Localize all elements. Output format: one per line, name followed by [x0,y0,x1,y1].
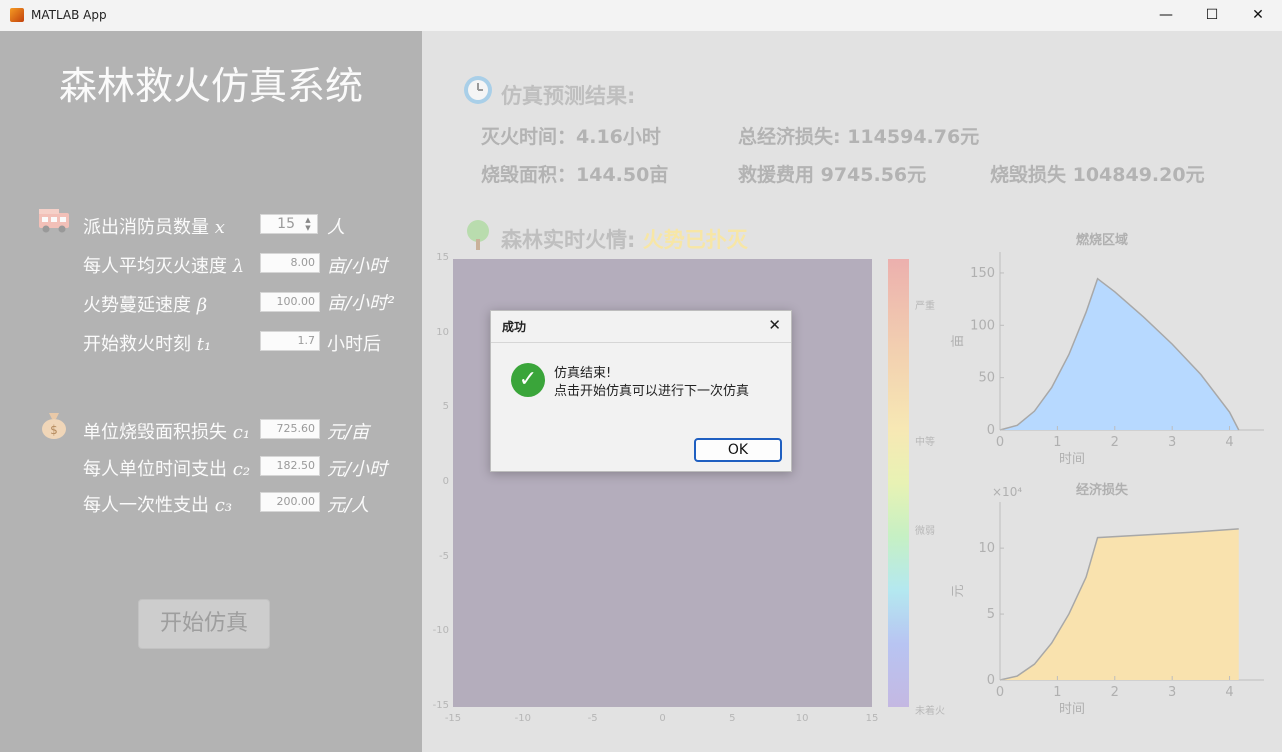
svg-text:$: $ [50,423,58,437]
colorbar-label-medium: 中等 [915,437,935,448]
loss-chart-x-tick-label: 2 [1111,685,1119,700]
loss-chart-x-tick-label: 3 [1168,685,1176,700]
ok-button[interactable]: OK [694,438,782,462]
burn-chart-xlabel: 时间 [1059,452,1085,467]
one-time-cost-unit: 元/人 [327,495,370,516]
loss-chart-ylabel: 元 [951,584,966,597]
dialog-message-line2: 点击开始仿真可以进行下一次仿真 [554,384,750,399]
burn-chart-x-tick-label: 3 [1168,435,1176,450]
success-dialog: 成功 ✕ ✓ 仿真结束! 点击开始仿真可以进行下一次仿真 OK [490,310,792,472]
window-title: MATLAB App [31,8,107,22]
heatmap-y-tick: 0 [442,476,449,487]
heatmap-y-tick: 10 [436,326,449,338]
burn-chart-x-tick-label: 4 [1225,435,1233,450]
one-time-cost-field[interactable]: 200.00 [260,492,320,512]
start-simulation-button[interactable]: 开始仿真 [138,599,270,649]
economic-loss-chart: 0 1 2 3 4 0 5 10 经济损失时间 元 ×10⁴ [951,482,1264,717]
rescue-cost-result: 救援费用 9745.56元 [738,164,927,186]
heatmap-x-tick: 10 [795,713,809,724]
firefighter-count-spinner[interactable]: 15 ▲ ▼ [260,214,318,234]
firefighter-count-label: 派出消防员数量 x [83,217,225,238]
area-loss-label: 单位烧毁面积损失 c₁ [83,422,251,443]
heatmap-y-tick: -15 [432,700,449,711]
clock-icon [464,76,492,104]
extinguish-time-result: 灭火时间：4.16小时 [481,126,661,148]
heatmap-y-tick: 5 [442,401,449,413]
burned-area-result: 烧毁面积：144.50亩 [481,164,669,186]
heatmap-x-tick: -10 [514,713,531,724]
burning-area-chart: 0 1 2 3 4 0 50 100 150 燃烧区域时间 亩 [950,232,1264,467]
fire-truck-icon [39,209,69,233]
spread-speed-label: 火势蔓延速度 β [83,295,208,316]
firefighter-count-value: 15 [277,216,295,232]
one-time-cost-label: 每人一次性支出 c₃ [83,495,233,516]
colorbar-label-severe: 严重 [915,301,935,312]
results-title: 仿真预测结果: [501,84,636,108]
burn-chart-ylabel: 亩 [950,334,966,347]
loss-chart-y-tick-label: 10 [978,541,995,556]
maximize-button[interactable]: ☐ [1189,0,1235,31]
burn-chart-x-tick-label: 1 [1053,435,1061,450]
start-time-unit: 小时后 [327,334,381,355]
total-loss-result: 总经济损失: 114594.76元 [738,126,980,148]
heatmap-y-tick: -10 [432,625,449,637]
extinguish-speed-field[interactable]: 8.00 [260,253,320,273]
loss-chart-y-tick-label: 5 [987,607,995,622]
heatmap-x-tick: 0 [659,713,666,724]
spinner-arrows-icon[interactable]: ▲ ▼ [300,216,316,232]
loss-chart-x-tick-label: 1 [1053,685,1061,700]
loss-chart-x-tick-label: 4 [1225,685,1233,700]
loss-chart-multiplier: ×10⁴ [992,485,1022,499]
time-cost-field[interactable]: 182.50 [260,456,320,476]
window-titlebar: MATLAB App — ☐ ✕ [0,0,1282,32]
spread-speed-field[interactable]: 100.00 [260,292,320,312]
app-heading: 森林救火仿真系统 [58,64,363,108]
burn-chart-title: 燃烧区域 [1076,232,1128,248]
heatmap-x-tick: -15 [444,713,462,724]
dialog-title: 成功 [502,320,527,334]
burn-chart-x-tick-label: 0 [996,435,1004,450]
minimize-button[interactable]: — [1143,0,1189,31]
loss-chart-area [1000,528,1239,680]
close-button[interactable]: ✕ [1235,0,1281,31]
start-time-field[interactable]: 1.7 [260,331,320,351]
burn-chart-y-tick-label: 0 [987,423,995,438]
dialog-header: 成功 ✕ [491,311,791,343]
dialog-close-icon[interactable]: ✕ [768,316,781,334]
spread-speed-unit: 亩/小时² [327,293,395,314]
heatmap-y-tick: -5 [439,550,449,562]
burn-chart-x-tick-label: 2 [1111,435,1119,450]
tree-icon [467,220,489,250]
heatmap-x-tick: 15 [865,713,879,724]
extinguish-speed-label: 每人平均灭火速度 λ [83,256,245,277]
time-cost-unit: 元/小时 [327,459,388,480]
loss-chart-x-tick-label: 0 [996,685,1004,700]
fire-status-value: 火势已扑灭 [642,228,748,252]
fire-status-section: 森林实时火情: 火势已扑灭 [501,224,748,254]
area-loss-unit: 元/亩 [327,422,370,443]
heatmap-x-tick: -5 [587,713,598,724]
time-cost-label: 每人单位时间支出 c₂ [83,459,251,480]
area-loss-field[interactable]: 725.60 [260,419,320,439]
success-check-icon: ✓ [511,363,545,397]
firefighter-count-unit: 人 [327,217,345,238]
burn-chart-y-tick-label: 150 [970,266,995,281]
matlab-icon [10,8,24,22]
burn-chart-y-tick-label: 100 [970,318,995,333]
money-bag-icon: $ [42,413,66,439]
loss-chart-y-tick-label: 0 [987,673,995,688]
start-time-label: 开始救火时刻 t₁ [83,334,212,355]
intensity-colorbar [888,259,909,707]
dialog-message-line1: 仿真结束! [554,366,612,381]
fire-status-title: 森林实时火情: [501,228,636,252]
loss-chart-title: 经济损失 [1076,482,1129,498]
heatmap-y-tick: 15 [436,252,449,263]
loss-chart-xlabel: 时间 [1059,702,1085,717]
extinguish-speed-unit: 亩/小时 [327,256,388,277]
burn-chart-y-tick-label: 50 [978,371,995,386]
heatmap-x-tick: 5 [729,713,736,724]
colorbar-label-weak: 微弱 [915,526,935,537]
burn-loss-result: 烧毁损失 104849.20元 [990,164,1205,186]
burn-chart-area [1000,278,1239,430]
